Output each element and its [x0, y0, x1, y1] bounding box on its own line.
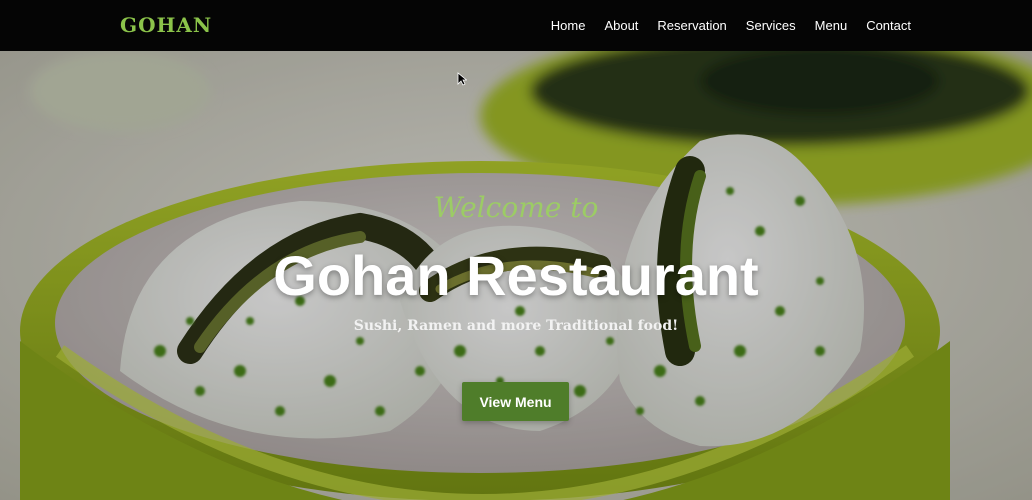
nav-link-about[interactable]: About	[604, 18, 638, 33]
view-menu-button[interactable]: View Menu	[462, 382, 569, 421]
brand-logo[interactable]: GOHAN	[120, 13, 212, 37]
hero-section: Welcome to Gohan Restaurant Sushi, Ramen…	[0, 51, 1032, 500]
hero-tagline: Sushi, Ramen and more Traditional food!	[353, 318, 679, 334]
navbar: GOHAN Home About Reservation Services Me…	[0, 0, 1032, 51]
mouse-cursor-icon	[457, 72, 467, 86]
nav-link-menu[interactable]: Menu	[815, 18, 848, 33]
nav-link-home[interactable]: Home	[551, 18, 586, 33]
nav-links: Home About Reservation Services Menu Con…	[551, 18, 911, 33]
hero-content: Welcome to Gohan Restaurant Sushi, Ramen…	[0, 51, 1032, 500]
hero-title: Gohan Restaurant	[273, 244, 759, 307]
nav-link-contact[interactable]: Contact	[866, 18, 911, 33]
welcome-text: Welcome to	[433, 191, 599, 224]
nav-link-services[interactable]: Services	[746, 18, 796, 33]
nav-link-reservation[interactable]: Reservation	[657, 18, 726, 33]
